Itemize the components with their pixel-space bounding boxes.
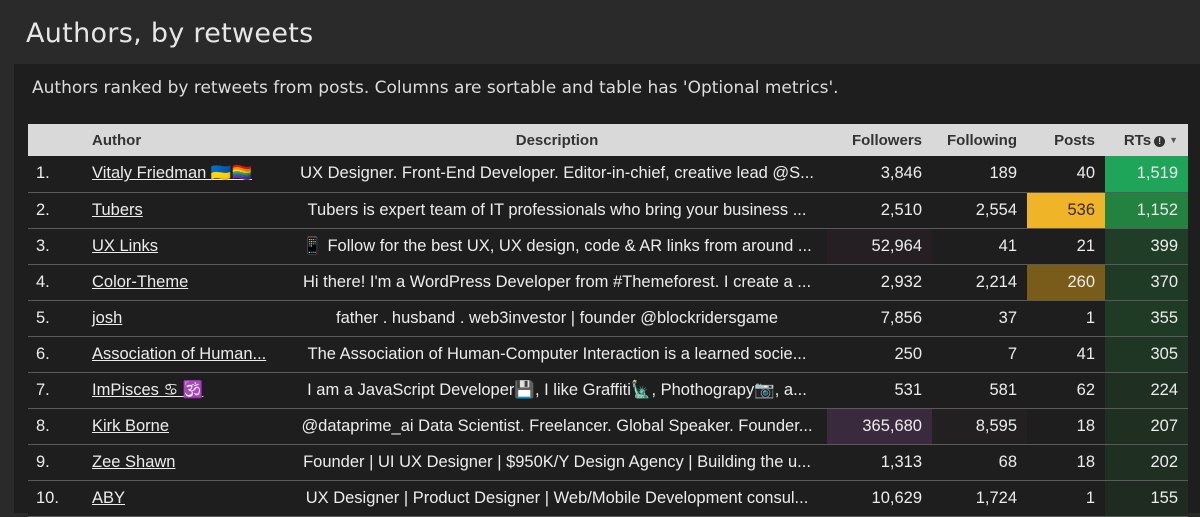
column-header-followers[interactable]: Followers — [827, 124, 932, 156]
cell-rank: 10. — [36, 488, 59, 507]
cell-rank: 2. — [36, 200, 50, 219]
column-header-rts-label: RTs — [1123, 131, 1152, 149]
table-row: 1. Vitaly Friedman 🇺🇦🏳️‍🌈 UX Designer. Fro… — [28, 156, 1188, 192]
cell-posts: 62 — [1027, 372, 1105, 408]
cell-description: 📱 Follow for the best UX, UX design, cod… — [302, 236, 812, 255]
cell-rts: 1,519 — [1105, 156, 1188, 192]
cell-rts: 399 — [1105, 228, 1188, 264]
cell-posts: 41 — [1027, 336, 1105, 372]
cell-description: I am a JavaScript Developer💾, I like Gra… — [307, 380, 807, 399]
cell-rts: 355 — [1105, 300, 1188, 336]
cell-posts: 1 — [1027, 480, 1105, 516]
page-title: Authors, by retweets — [26, 18, 314, 49]
cell-author-link[interactable]: Association of Human... — [82, 336, 287, 372]
cell-followers: 3,846 — [827, 156, 932, 192]
cell-followers: 365,680 — [827, 408, 932, 444]
table-row: 8. Kirk Borne @dataprime_ai Data Scientist… — [28, 408, 1188, 444]
table-row: 6. Association of Human... The Association… — [28, 336, 1188, 372]
table-row: 4. Color-Theme Hi there! I'm a WordPress D… — [28, 264, 1188, 300]
cell-author-link[interactable]: Kirk Borne — [82, 408, 287, 444]
cell-following: 2,214 — [932, 264, 1027, 300]
cell-followers: 52,964 — [827, 228, 932, 264]
cell-author-link[interactable]: ABY — [82, 480, 287, 516]
cell-rank: 5. — [36, 308, 50, 327]
column-header-author-label: Author — [92, 131, 142, 149]
cell-following: 37 — [932, 300, 1027, 336]
cell-following: 68 — [932, 444, 1027, 480]
table-row: 9. Zee Shawn Founder | UI UX Designer | $9… — [28, 444, 1188, 480]
cell-rank: 7. — [36, 380, 50, 399]
cell-rts: 202 — [1105, 444, 1188, 480]
column-header-author[interactable]: Author — [82, 124, 287, 156]
cell-rts: 155 — [1105, 480, 1188, 516]
cell-following: 581 — [932, 372, 1027, 408]
table-header-row: Author Description Followers Following P… — [28, 124, 1188, 156]
table-row: 7. ImPisces ♋ 🕉️ I am a JavaScript Develop… — [28, 372, 1188, 408]
cell-followers: 531 — [827, 372, 932, 408]
cell-description: Tubers is expert team of IT professional… — [307, 200, 807, 219]
cell-description: UX Designer | Product Designer | Web/Mob… — [305, 488, 809, 507]
cell-author-link[interactable]: ImPisces ♋ 🕉️ — [82, 372, 287, 408]
table-row: 2. Tubers Tubers is expert team of IT prof… — [28, 192, 1188, 228]
cell-posts: 1 — [1027, 300, 1105, 336]
cell-author-link[interactable]: Color-Theme — [82, 264, 287, 300]
cell-description: father . husband . web3investor | founde… — [335, 308, 779, 327]
cell-rts: 224 — [1105, 372, 1188, 408]
sort-descending-icon[interactable]: ▼ — [1169, 135, 1178, 145]
cell-author-link[interactable]: Tubers — [82, 192, 287, 228]
authors-table: Author Description Followers Following P… — [28, 124, 1188, 517]
column-header-posts[interactable]: Posts — [1027, 124, 1105, 156]
cell-description: Hi there! I'm a WordPress Developer from… — [302, 272, 812, 291]
cell-followers: 7,856 — [827, 300, 932, 336]
cell-rts: 305 — [1105, 336, 1188, 372]
cell-author-link[interactable]: josh — [82, 300, 287, 336]
cell-following: 2,554 — [932, 192, 1027, 228]
cell-rts: 370 — [1105, 264, 1188, 300]
column-header-posts-label: Posts — [1054, 131, 1095, 149]
column-header-followers-label: Followers — [851, 131, 922, 149]
cell-rank: 4. — [36, 272, 50, 291]
cell-author-link[interactable]: Zee Shawn — [82, 444, 287, 480]
cell-followers: 2,510 — [827, 192, 932, 228]
cell-followers: 250 — [827, 336, 932, 372]
cell-rts: 207 — [1105, 408, 1188, 444]
cell-author-link[interactable]: Vitaly Friedman 🇺🇦🏳️‍🌈 — [82, 156, 287, 192]
column-header-following-label: Following — [947, 131, 1017, 149]
cell-following: 189 — [932, 156, 1027, 192]
column-header-following[interactable]: Following — [932, 124, 1027, 156]
table-row: 3. UX Links 📱 Follow for the best UX, UX d… — [28, 228, 1188, 264]
cell-rank: 8. — [36, 416, 50, 435]
cell-followers: 10,629 — [827, 480, 932, 516]
cell-author-link[interactable]: UX Links — [82, 228, 287, 264]
table-row: 10. ABY UX Designer | Product Designer | W… — [28, 480, 1188, 516]
cell-posts: 21 — [1027, 228, 1105, 264]
cell-followers: 2,932 — [827, 264, 932, 300]
cell-following: 7 — [932, 336, 1027, 372]
column-header-description-label: Description — [515, 131, 599, 149]
cell-posts: 536 — [1027, 192, 1105, 228]
column-header-rank — [28, 124, 82, 156]
cell-posts: 18 — [1027, 444, 1105, 480]
cell-description: The Association of Human-Computer Intera… — [307, 344, 807, 363]
info-icon[interactable]: ! — [1154, 135, 1166, 147]
cell-rank: 1. — [36, 164, 50, 183]
cell-rank: 6. — [36, 344, 50, 363]
cell-posts: 18 — [1027, 408, 1105, 444]
cell-posts: 40 — [1027, 156, 1105, 192]
cell-description: Founder | UI UX Designer | $950K/Y Desig… — [303, 452, 811, 471]
column-header-description[interactable]: Description — [287, 124, 827, 156]
page-subtitle: Authors ranked by retweets from posts. C… — [32, 78, 839, 98]
cell-following: 8,595 — [932, 408, 1027, 444]
cell-description: @dataprime_ai Data Scientist. Freelancer… — [301, 416, 813, 435]
cell-followers: 1,313 — [827, 444, 932, 480]
table-row: 5. josh father . husband . web3investor | … — [28, 300, 1188, 336]
cell-rank: 3. — [36, 236, 50, 255]
cell-following: 41 — [932, 228, 1027, 264]
cell-rts: 1,152 — [1105, 192, 1188, 228]
cell-description: UX Designer. Front-End Developer. Editor… — [300, 164, 814, 183]
cell-posts: 260 — [1027, 264, 1105, 300]
cell-following: 1,724 — [932, 480, 1027, 516]
column-header-rts[interactable]: RTs! ▼ — [1105, 124, 1188, 156]
cell-rank: 9. — [36, 452, 50, 471]
